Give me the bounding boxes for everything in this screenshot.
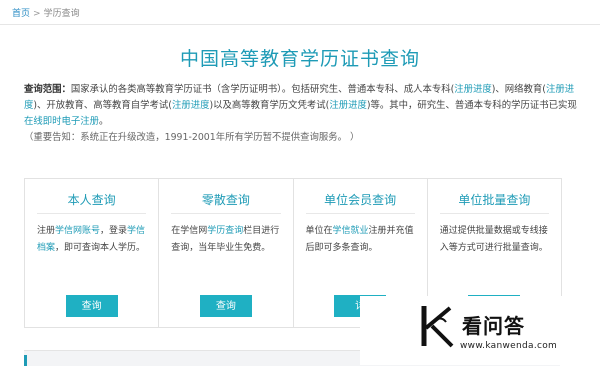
single-query-button[interactable]: 查询 (199, 295, 252, 317)
personal-query-button[interactable]: 查询 (65, 295, 118, 317)
chsi-employment-link[interactable]: 学信就业 (333, 226, 369, 236)
card-title: 本人查询 (67, 193, 116, 207)
card-title: 零散查询 (201, 193, 250, 207)
desc-text-2: )、网络教育( (491, 84, 546, 95)
card-text: 在学信网 (171, 226, 208, 236)
card-divider (439, 213, 549, 214)
card-text: ，即可查询本人学历。 (55, 243, 146, 253)
breadcrumb-current: 学历查询 (43, 9, 80, 19)
card-title: 单位批量查询 (458, 193, 531, 207)
online-instant-registration-link[interactable]: 在线即时电子注册 (24, 116, 99, 127)
desc-text-4: )以及高等教育学历文凭考试( (209, 100, 330, 111)
watermark-url: www.kanwenda.com (460, 341, 558, 351)
header-divider (0, 24, 600, 25)
important-notice: （重要告知：系统正在升级改造，1991-2001年所有学历暂不提供查询服务。 ） (24, 132, 360, 143)
breadcrumb-separator: > (33, 9, 41, 19)
card-description: 单位在学信就业注册并充值后即可多条查询。 (306, 223, 417, 257)
k-logo-icon (421, 306, 454, 348)
desc-text-6: 。 (99, 116, 109, 127)
page-title: 中国高等教育学历证书查询 (179, 48, 420, 70)
desc-text-3: )、开放教育、高等教育自学考试( (33, 100, 172, 111)
breadcrumb-home-link[interactable]: 首页 (12, 9, 30, 19)
registration-progress-link-diploma[interactable]: 注册进度 (329, 100, 367, 111)
watermark-text: 看问答 (462, 314, 525, 338)
desc-text-5: )等。其中，研究生、普通本专科的学历证书已实现 (366, 100, 577, 111)
card-text: 注册 (37, 226, 56, 236)
chsi-account-link[interactable]: 学信网账号 (55, 226, 100, 236)
card-divider (171, 213, 281, 214)
card-description: 注册学信网账号，登录学信档案，即可查询本人学历。 (37, 223, 148, 257)
query-scope-description: 查询范围：国家承认的各类高等教育学历证书（含学历证明书）。包括研究生、普通本专科… (24, 82, 584, 146)
card-description: 通过提供批量数据或专线接入等方式可进行批量查询。 (439, 226, 548, 253)
card-title: 单位会员查询 (324, 193, 397, 207)
watermark: 看问答 www.kanwenda.com (360, 296, 600, 365)
desc-text-1: 国家承认的各类高等教育学历证书（含学历证明书）。包括研究生、普通本专科、成人本专… (70, 84, 455, 95)
query-scope-label: 查询范围： (24, 84, 71, 95)
registration-progress-link-selfstudy[interactable]: 注册进度 (172, 100, 210, 111)
card-single-query: 零散查询 在学信网学历查询栏目进行查询，当年毕业生免费。 查询 (159, 179, 294, 327)
degree-query-link[interactable]: 学历查询 (207, 226, 243, 236)
card-text: 单位在 (305, 226, 333, 236)
card-description: 在学信网学历查询栏目进行查询，当年毕业生免费。 (171, 223, 282, 257)
registration-progress-link-adult[interactable]: 注册进度 (454, 84, 492, 95)
card-text: ，登录 (100, 226, 128, 236)
breadcrumb: 首页 > 学历查询 (12, 6, 80, 19)
section-accent-bar (24, 355, 27, 366)
card-personal-query: 本人查询 注册学信网账号，登录学信档案，即可查询本人学历。 查询 (25, 179, 160, 327)
card-divider (305, 213, 415, 214)
card-divider (37, 213, 147, 214)
